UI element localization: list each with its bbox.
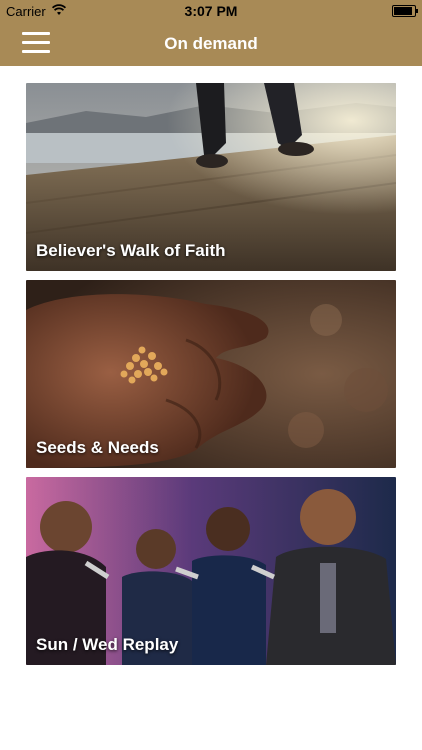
battery-icon	[392, 5, 418, 17]
card-title: Seeds & Needs	[36, 438, 159, 457]
card-sun-wed-replay[interactable]: Sun / Wed Replay	[26, 477, 396, 665]
status-time: 3:07 PM	[184, 3, 238, 19]
navigation-bar: On demand	[0, 22, 422, 66]
card-title: Believer's Walk of Faith	[36, 241, 226, 260]
page-title: On demand	[164, 34, 258, 53]
card-believers-walk-of-faith[interactable]: Believer's Walk of Faith	[26, 83, 396, 271]
card-title: Sun / Wed Replay	[36, 635, 179, 654]
card-seeds-and-needs[interactable]: Seeds & Needs	[26, 280, 396, 468]
status-bar: Carrier 3:07 PM	[0, 0, 422, 22]
